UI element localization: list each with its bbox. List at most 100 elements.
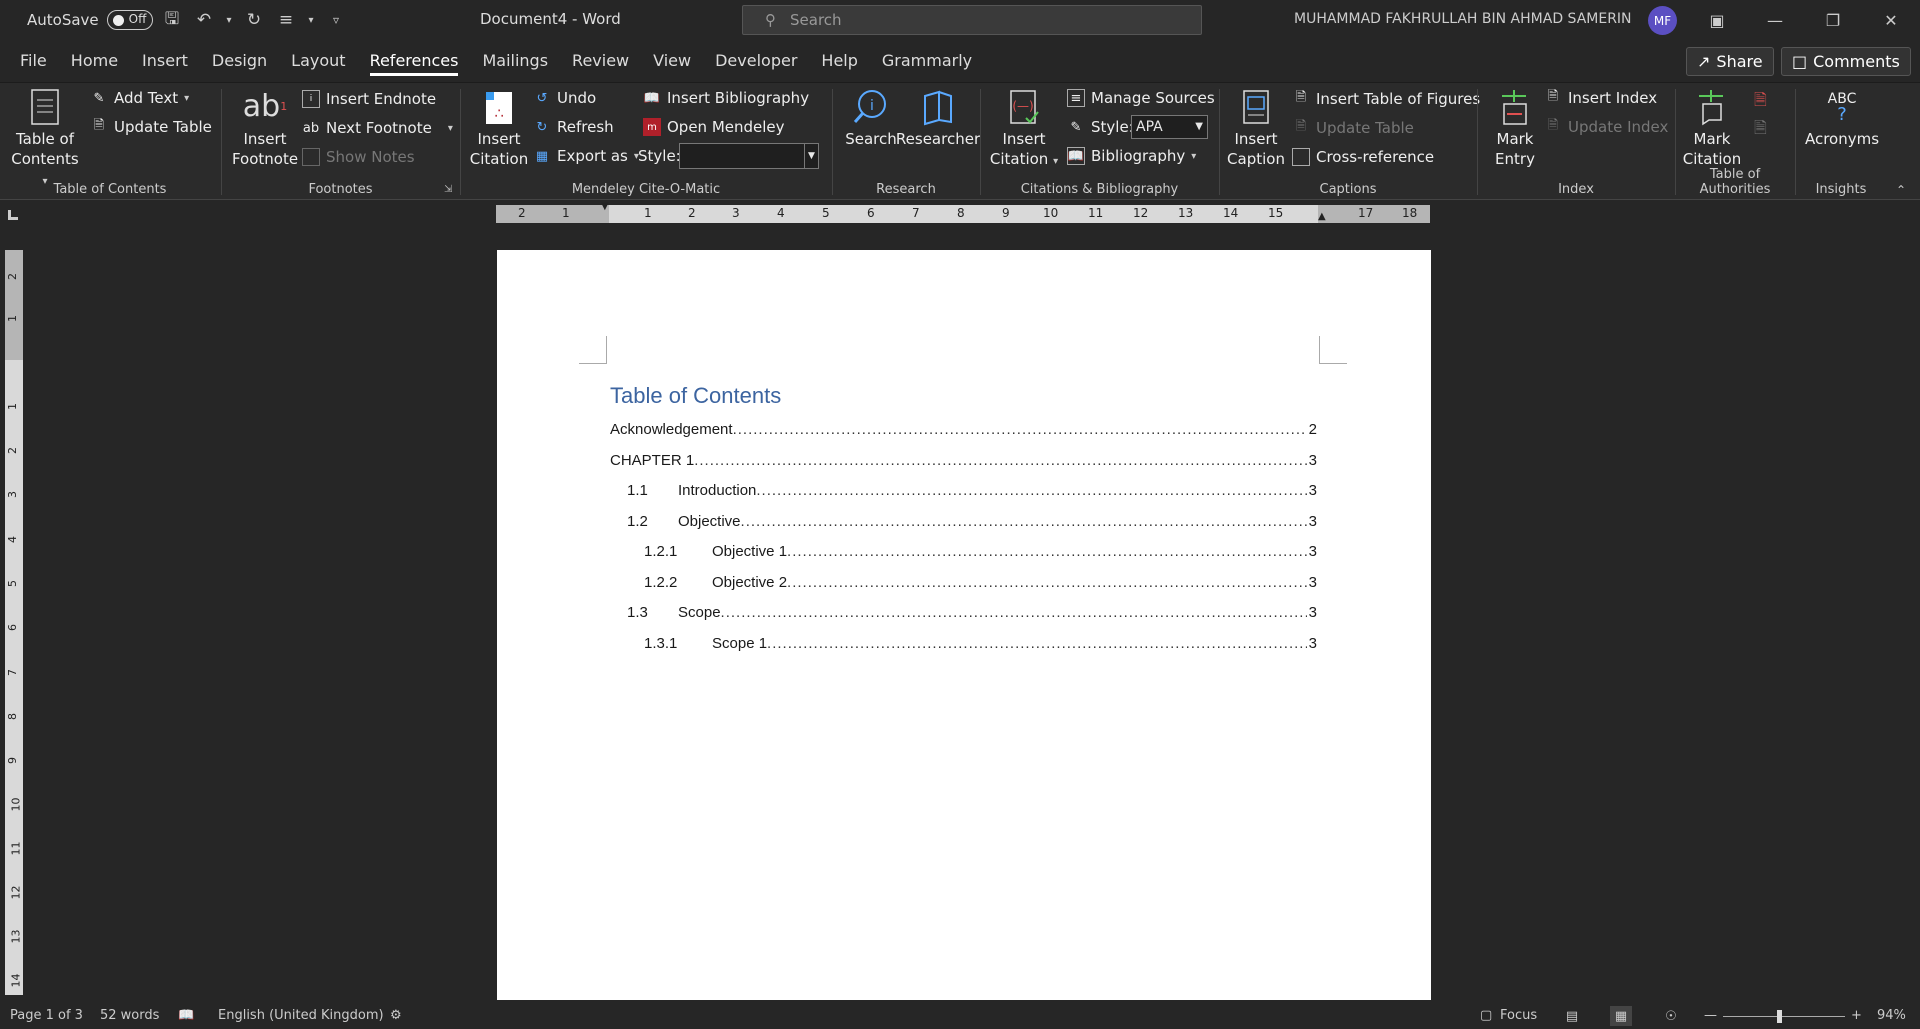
ruler-tick: 7 <box>912 206 920 220</box>
export-as-button[interactable]: ▦ Export as ▾ <box>533 147 639 165</box>
zoom-out-icon[interactable]: — <box>1704 1008 1717 1023</box>
table-of-contents-button[interactable]: Table of Contents ▾ <box>10 87 80 192</box>
print-layout-icon[interactable]: ▦ <box>1610 1006 1632 1026</box>
insert-bibliography-button[interactable]: 📖 Insert Bibliography <box>643 89 809 107</box>
close-icon[interactable]: ✕ <box>1862 0 1920 40</box>
insert-index-button[interactable]: 🗎 Insert Index <box>1544 89 1657 107</box>
mendeley-undo-button[interactable]: ↺ Undo <box>533 89 597 107</box>
tab-view[interactable]: View <box>641 42 703 80</box>
save-icon[interactable]: 🖫 <box>160 8 184 32</box>
toc-entry[interactable]: CHAPTER 1...............................… <box>610 447 1317 469</box>
mendeley-style-select[interactable]: ▼ <box>679 143 819 169</box>
open-mendeley-button[interactable]: m Open Mendeley <box>643 118 785 136</box>
update-table-of-authorities-icon[interactable]: 🗎 <box>1754 117 1767 144</box>
cross-reference-button[interactable]: Cross-reference <box>1292 148 1434 166</box>
ribbon-display-icon[interactable]: ▣ <box>1688 0 1746 40</box>
next-footnote-button[interactable]: ab Next Footnote ▾ <box>302 119 453 137</box>
macro-recording-icon[interactable]: ⚙ <box>390 1008 402 1023</box>
focus-label[interactable]: Focus <box>1500 1008 1537 1023</box>
customize-qat-icon[interactable]: ▿ <box>324 8 348 32</box>
autosave-toggle[interactable]: Off <box>106 10 153 30</box>
tab-review[interactable]: Review <box>560 42 641 80</box>
window-controls: ▣ — ❐ ✕ <box>1688 0 1920 40</box>
redo-icon[interactable]: ↻ <box>242 8 266 32</box>
tab-mailings[interactable]: Mailings <box>470 42 560 80</box>
page-count[interactable]: Page 1 of 3 <box>10 1008 83 1023</box>
manage-sources-icon: ≡ <box>1067 89 1085 107</box>
zoom-slider[interactable] <box>1723 1016 1845 1017</box>
avatar[interactable]: MF <box>1648 6 1677 35</box>
toc-entry[interactable]: 1.1 Introduction.........................… <box>610 477 1317 499</box>
language[interactable]: English (United Kingdom) <box>218 1008 384 1023</box>
chevron-down-icon[interactable]: ▾ <box>224 8 234 32</box>
toc-entry[interactable]: 1.3.1 Scope 1............................… <box>610 630 1317 652</box>
toc-entry[interactable]: 1.3 Scope................................… <box>610 599 1317 621</box>
undo-icon[interactable]: ↶ <box>192 8 216 32</box>
right-indent-marker-icon[interactable]: ▲ <box>1318 211 1326 222</box>
chevron-down-icon[interactable]: ▾ <box>306 8 316 32</box>
insert-citation-button[interactable]: (—) Insert Citation ▾ <box>989 87 1059 172</box>
toc-leader-dots: ........................................… <box>787 573 1307 591</box>
tab-references[interactable]: References <box>358 42 471 80</box>
add-text-button[interactable]: ✎ Add Text ▾ <box>90 89 190 107</box>
manage-sources-button[interactable]: ≡ Manage Sources <box>1067 89 1215 107</box>
group-table-of-contents: Table of Contents ▾ ✎ Add Text ▾ 🗎 Update… <box>0 83 220 201</box>
search-button[interactable]: i Search <box>843 87 899 149</box>
toc-entry-text: Objective 1 <box>712 543 788 560</box>
zoom-slider-thumb[interactable] <box>1777 1010 1782 1023</box>
ruler-tick: 6 <box>867 206 875 220</box>
indent-marker-icon[interactable]: ▼ <box>601 201 609 212</box>
dialog-launcher-icon[interactable]: ⇲ <box>444 184 452 195</box>
update-index-button[interactable]: 🗎 Update Index <box>1544 118 1669 136</box>
tab-selector[interactable] <box>8 210 18 220</box>
proofing-icon[interactable]: 📖 <box>178 1008 194 1023</box>
zoom-level[interactable]: 94% <box>1877 1008 1906 1023</box>
toc-entry[interactable]: 1.2.2 Objective 2........................… <box>610 569 1317 591</box>
acronyms-button[interactable]: ABC ? Acronyms <box>1800 87 1884 149</box>
tab-help[interactable]: Help <box>809 42 869 80</box>
share-button[interactable]: ↗ Share <box>1686 47 1774 76</box>
insert-footnote-button[interactable]: ab 1 Insert Footnote <box>230 87 300 169</box>
document-page[interactable]: Table of Contents Acknowledgement.......… <box>497 250 1431 1000</box>
toc-entry-page: 3 <box>1308 604 1317 621</box>
mark-entry-button[interactable]: Mark Entry <box>1486 87 1544 169</box>
update-table-button[interactable]: 🗎 Update Table <box>90 118 212 136</box>
update-table-of-figures-button[interactable]: 🗎 Update Table <box>1292 119 1414 137</box>
tab-developer[interactable]: Developer <box>703 42 809 80</box>
search-box[interactable]: ⚲ Search <box>742 5 1202 35</box>
ruler-tick: 3 <box>6 491 19 498</box>
web-layout-icon[interactable]: ☉ <box>1660 1006 1682 1026</box>
insert-caption-button[interactable]: Insert Caption <box>1224 87 1288 169</box>
collapse-ribbon-icon[interactable]: ⌃ <box>1896 183 1906 197</box>
tab-grammarly[interactable]: Grammarly <box>870 42 984 80</box>
group-label: Table of Contents <box>53 182 167 197</box>
insert-endnote-button[interactable]: i Insert Endnote <box>302 90 436 108</box>
comments-button[interactable]: □ Comments <box>1781 47 1911 76</box>
mendeley-insert-citation-button[interactable]: ∴ Insert Citation <box>467 87 531 169</box>
tab-file[interactable]: File <box>8 42 59 80</box>
tab-design[interactable]: Design <box>200 42 279 80</box>
zoom-in-icon[interactable]: + <box>1851 1008 1862 1023</box>
citation-style-select[interactable]: APA ▼ <box>1131 115 1208 139</box>
minimize-icon[interactable]: — <box>1746 0 1804 40</box>
toc-entry-text: Objective <box>678 512 741 530</box>
read-mode-icon[interactable]: ▤ <box>1561 1006 1583 1026</box>
mark-citation-button[interactable]: Mark Citation <box>1680 87 1744 169</box>
insert-table-of-figures-button[interactable]: 🗎 Insert Table of Figures <box>1292 90 1480 108</box>
bibliography-button[interactable]: 📖 Bibliography ▾ <box>1067 147 1196 165</box>
tab-insert[interactable]: Insert <box>130 42 200 80</box>
toc-entry[interactable]: 1.2.1 Objective 1........................… <box>610 538 1317 560</box>
show-notes-button[interactable]: Show Notes <box>302 148 415 166</box>
restore-icon[interactable]: ❐ <box>1804 0 1862 40</box>
researcher-button[interactable]: Researcher <box>896 87 980 149</box>
focus-icon[interactable]: ▢ <box>1480 1008 1492 1023</box>
toc-entry[interactable]: 1.2 Objective............................… <box>610 508 1317 530</box>
tab-layout[interactable]: Layout <box>279 42 357 80</box>
list-icon[interactable]: ≡ <box>274 8 298 32</box>
mendeley-refresh-button[interactable]: ↻ Refresh <box>533 118 614 136</box>
toc-leader-dots: ........................................… <box>720 604 1307 621</box>
toc-entry[interactable]: Acknowledgement.........................… <box>610 416 1317 438</box>
insert-table-of-authorities-icon[interactable]: 🗎 <box>1754 89 1767 116</box>
word-count[interactable]: 52 words <box>100 1008 159 1023</box>
tab-home[interactable]: Home <box>59 42 130 80</box>
